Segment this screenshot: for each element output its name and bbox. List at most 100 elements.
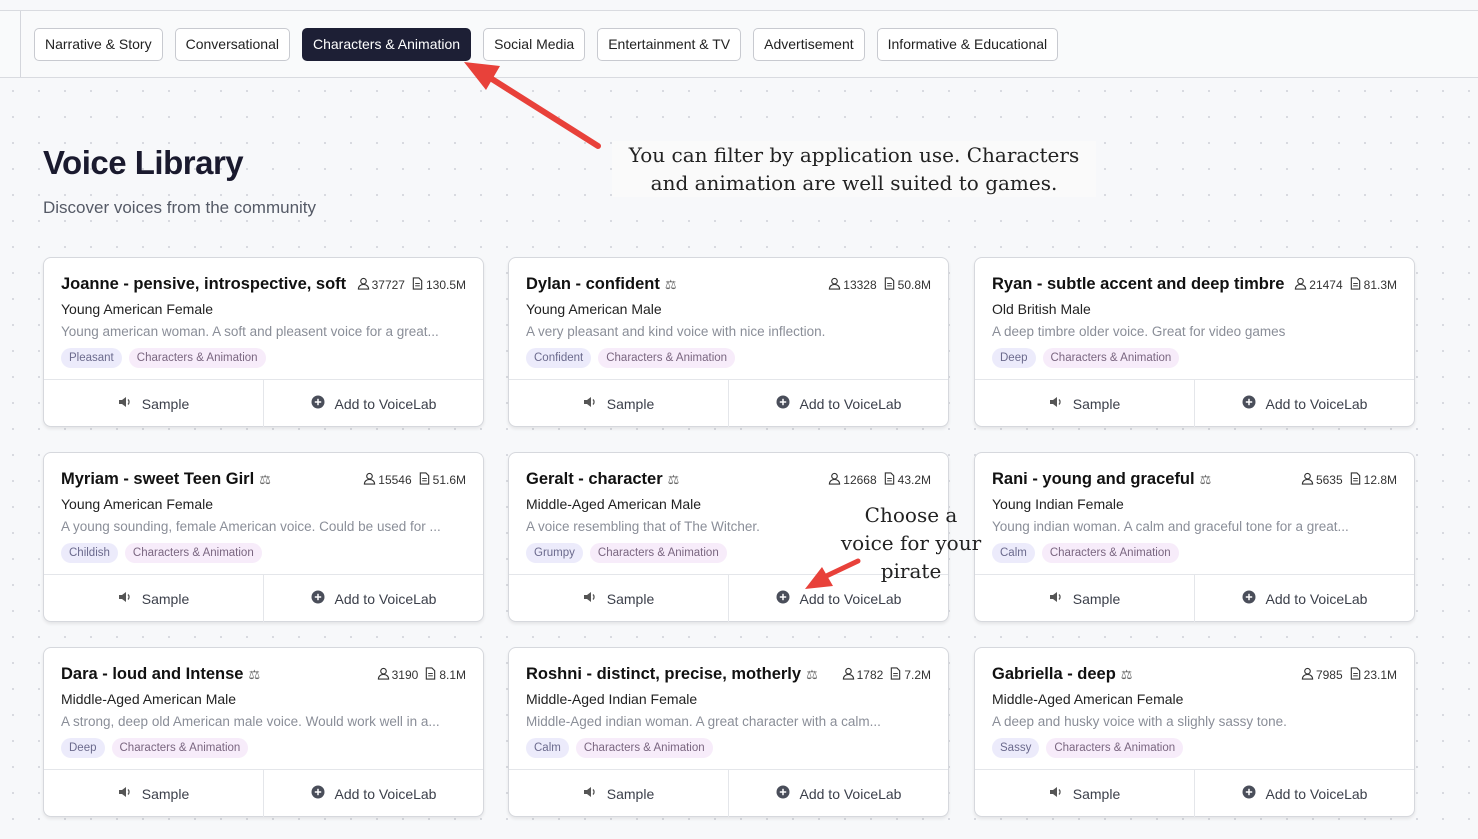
characters-stat: 81.3M [1349,277,1397,293]
sample-button[interactable]: Sample [44,575,263,622]
add-to-voicelab-button[interactable]: Add to VoiceLab [1194,380,1414,427]
characters-stat: 23.1M [1349,667,1397,683]
voice-card[interactable]: Gabriella - deep ⚖ 7985 23.1M Middle-Aged… [974,647,1415,817]
users-stat: 1782 [842,667,883,683]
speaker-icon [583,590,597,607]
tag-badge: Confident [526,348,592,368]
characters-stat: 51.6M [418,472,466,488]
document-icon [1349,472,1362,488]
add-to-voicelab-button[interactable]: Add to VoiceLab [263,380,483,427]
sample-button[interactable]: Sample [509,575,728,622]
voice-card[interactable]: Rani - young and graceful ⚖ 5635 12.8M Yo… [974,452,1415,622]
voice-card[interactable]: Roshni - distinct, precise, motherly ⚖ 17… [508,647,949,817]
filter-entertainment-tv[interactable]: Entertainment & TV [597,28,742,61]
user-icon [1294,277,1307,293]
voice-name[interactable]: Dara - loud and Intense ⚖ [61,665,260,684]
tag-badge: Deep [992,348,1036,368]
voice-description: Middle-Aged indian woman. A great charac… [526,714,881,729]
card-actions: Sample Add to VoiceLab [44,379,483,427]
voice-name[interactable]: Geralt - character ⚖ [526,470,679,489]
card-actions: Sample Add to VoiceLab [975,769,1414,817]
tag-badge: Sassy [992,738,1040,758]
voice-grid: Joanne - pensive, introspective, soft 37… [43,257,1415,837]
speaker-icon [118,395,132,412]
characters-stat: 50.8M [883,277,931,293]
voice-card[interactable]: Ryan - subtle accent and deep timbre 214… [974,257,1415,427]
characters-stat: 8.1M [424,667,466,683]
flask-icon: ⚖ [259,472,271,487]
users-stat: 7985 [1301,667,1343,683]
voice-meta: Old British Male [992,301,1091,317]
characters-stat: 43.2M [883,472,931,488]
users-stat: 5635 [1301,472,1343,488]
voice-meta: Middle-Aged Indian Female [526,691,698,707]
voice-card[interactable]: Myriam - sweet Teen Girl ⚖ 15546 51.6M Yo… [43,452,484,622]
voice-stats: 13328 50.8M [828,277,931,293]
characters-stat: 12.8M [1349,472,1397,488]
voice-tags: Deep Characters & Animation [992,348,1180,368]
flask-icon: ⚖ [806,667,818,682]
voice-description: A deep and husky voice with a slighly sa… [992,714,1287,729]
sample-button[interactable]: Sample [975,380,1194,427]
speaker-icon [118,590,132,607]
filter-conversational[interactable]: Conversational [174,28,290,61]
filter-informative-educational[interactable]: Informative & Educational [876,28,1059,61]
voice-name[interactable]: Dylan - confident ⚖ [526,275,677,294]
voice-name[interactable]: Roshni - distinct, precise, motherly ⚖ [526,665,818,684]
speaker-icon [1049,395,1063,412]
voice-meta: Young American Female [61,301,214,317]
voice-tags: Calm Characters & Animation [992,543,1179,563]
voice-stats: 15546 51.6M [363,472,466,488]
voice-card[interactable]: Joanne - pensive, introspective, soft 37… [43,257,484,427]
document-icon [418,472,431,488]
sample-button[interactable]: Sample [975,575,1194,622]
plus-circle-icon [1242,785,1256,802]
voice-stats: 3190 8.1M [377,667,466,683]
filter-characters-animation[interactable]: Characters & Animation [301,28,472,61]
user-icon [828,277,841,293]
sample-button[interactable]: Sample [44,770,263,817]
sample-button[interactable]: Sample [975,770,1194,817]
add-to-voicelab-button[interactable]: Add to VoiceLab [263,770,483,817]
add-to-voicelab-button[interactable]: Add to VoiceLab [1194,575,1414,622]
filter-advertisement[interactable]: Advertisement [753,28,865,61]
voice-meta: Middle-Aged American Female [992,691,1184,707]
users-stat: 3190 [377,667,418,683]
characters-stat: 7.2M [889,667,931,683]
users-stat: 37727 [357,277,405,293]
category-badge: Characters & Animation [124,543,262,563]
filter-social-media[interactable]: Social Media [483,28,586,61]
sample-button[interactable]: Sample [44,380,263,427]
voice-stats: 5635 12.8M [1301,472,1397,488]
flask-icon: ⚖ [1199,472,1212,487]
add-to-voicelab-button[interactable]: Add to VoiceLab [728,770,948,817]
add-to-voicelab-button[interactable]: Add to VoiceLab [263,575,483,622]
voice-name[interactable]: Myriam - sweet Teen Girl ⚖ [61,470,271,489]
voice-name[interactable]: Gabriella - deep ⚖ [992,665,1132,684]
flask-icon: ⚖ [248,667,261,682]
voice-card[interactable]: Dara - loud and Intense ⚖ 3190 8.1M Middl… [43,647,484,817]
add-to-voicelab-button[interactable]: Add to VoiceLab [1194,770,1414,817]
voice-description: A very pleasant and kind voice with nice… [526,324,826,339]
voice-name[interactable]: Ryan - subtle accent and deep timbre [992,275,1285,294]
document-icon [889,667,902,683]
speaker-icon [118,785,132,802]
filter-narrative-story[interactable]: Narrative & Story [34,28,163,61]
flask-icon: ⚖ [1120,667,1133,682]
voice-card[interactable]: Dylan - confident ⚖ 13328 50.8M Young Ame… [508,257,949,427]
sample-button[interactable]: Sample [509,380,728,427]
voice-description: A deep timbre older voice. Great for vid… [992,324,1286,339]
speaker-icon [583,785,597,802]
voice-name[interactable]: Joanne - pensive, introspective, soft [61,275,346,294]
voice-stats: 7985 23.1M [1301,667,1397,683]
voice-tags: Confident Characters & Animation [526,348,736,368]
speaker-icon [1049,590,1063,607]
document-icon [1349,667,1362,683]
voice-name[interactable]: Rani - young and graceful ⚖ [992,470,1211,489]
sample-button[interactable]: Sample [509,770,728,817]
add-to-voicelab-button[interactable]: Add to VoiceLab [728,380,948,427]
voice-stats: 1782 7.2M [842,667,931,683]
speaker-icon [583,395,597,412]
speaker-icon [1049,785,1063,802]
category-badge: Characters & Animation [589,543,727,563]
